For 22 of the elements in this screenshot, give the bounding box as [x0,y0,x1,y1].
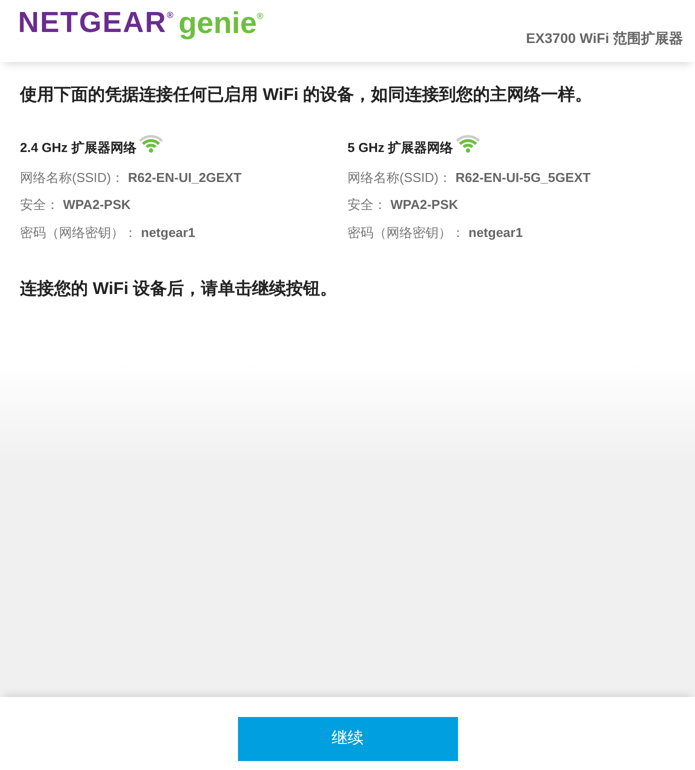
field-value: WPA2-PSK [390,196,458,214]
field-value: R62-EN-UI-5G_5GEXT [456,168,591,186]
network-title: 2.4 GHz 扩展器网络 [20,138,136,156]
field-label: 安全： [20,196,59,214]
logo-brand: NETGEAR$^{®}$ [18,6,174,41]
field-label: 密码（网络密钥）： [348,224,464,242]
field-value: netgear1 [141,224,196,242]
field-label: 网络名称(SSID)： [20,168,124,187]
wifi-icon [138,134,164,154]
device-title: EX3700 WiFi 范围扩展器 [526,29,683,48]
intro-text: 使用下面的凭据连接任何已启用 WiFi 的设备，如同连接到您的主网络一样。 [20,84,594,106]
field-value: WPA2-PSK [63,196,131,214]
logo-product: genie$^{®}$ [178,6,264,40]
field-label: 密码（网络密钥）： [20,224,137,242]
continue-button[interactable]: 继续 [238,716,458,760]
field-value: R62-EN-UI_2GEXT [128,168,242,186]
field-label: 网络名称(SSID)： [348,168,452,187]
network-title: 5 GHz 扩展器网络 [348,138,453,156]
instruction-text: 连接您的 WiFi 设备后，请单击继续按钮。 [20,278,338,300]
field-label: 安全： [348,196,386,214]
wifi-icon [454,134,481,154]
field-value: netgear1 [468,224,523,242]
